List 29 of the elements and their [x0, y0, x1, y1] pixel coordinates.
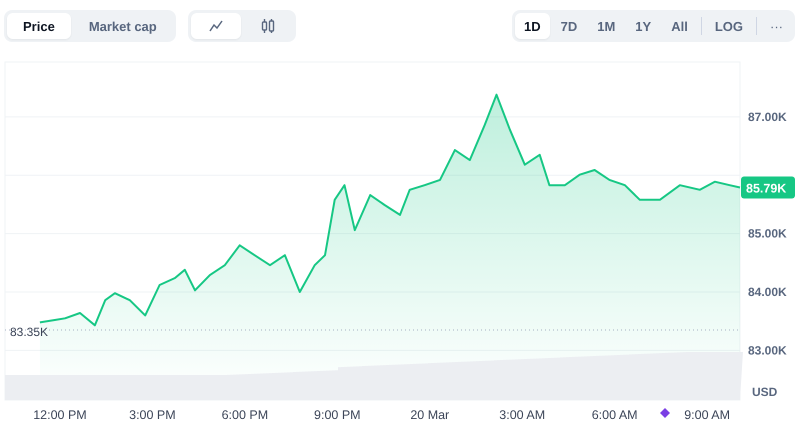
log-toggle[interactable]: LOG: [706, 13, 752, 39]
price-badge: 85.79K: [741, 176, 795, 198]
x-axis-label: 6:00 AM: [592, 408, 638, 422]
y-axis-label: 85.00K: [748, 226, 787, 241]
x-axis-label: 20 Mar: [410, 408, 450, 422]
range-tab[interactable]: 1D: [514, 13, 550, 39]
range-tab[interactable]: 1M: [588, 13, 624, 39]
x-axis-label: 9:00 PM: [314, 408, 361, 422]
axis-unit-label: USD: [752, 385, 778, 399]
range-tab[interactable]: All: [662, 13, 697, 39]
range-tab[interactable]: 7D: [552, 13, 586, 39]
y-axis-label: 87.00K: [748, 110, 787, 124]
annotation: 85.79K: [746, 182, 786, 196]
more-button[interactable]: ···: [761, 13, 792, 39]
reference-label: 83.35K: [10, 324, 48, 339]
chart-type-tab[interactable]: [190, 13, 241, 39]
x-axis-label: 3:00 AM: [499, 408, 546, 422]
candlestick-icon: [260, 19, 275, 33]
x-axis-label: 12:00 PM: [33, 408, 87, 422]
y-axis-label: 83.00K: [748, 343, 787, 358]
metric-tab[interactable]: Market cap: [72, 13, 173, 39]
y-axis-label: 84.00K: [748, 285, 787, 299]
line-chart-icon: [208, 20, 223, 32]
metric-tab[interactable]: Price: [7, 13, 71, 39]
range-tab[interactable]: 1Y: [626, 13, 660, 39]
x-axis-label: 6:00 PM: [222, 408, 268, 422]
event-marker-icon: [660, 408, 670, 418]
x-axis-label: 3:00 PM: [129, 408, 176, 422]
x-axis-label: 9:00 AM: [684, 408, 730, 422]
